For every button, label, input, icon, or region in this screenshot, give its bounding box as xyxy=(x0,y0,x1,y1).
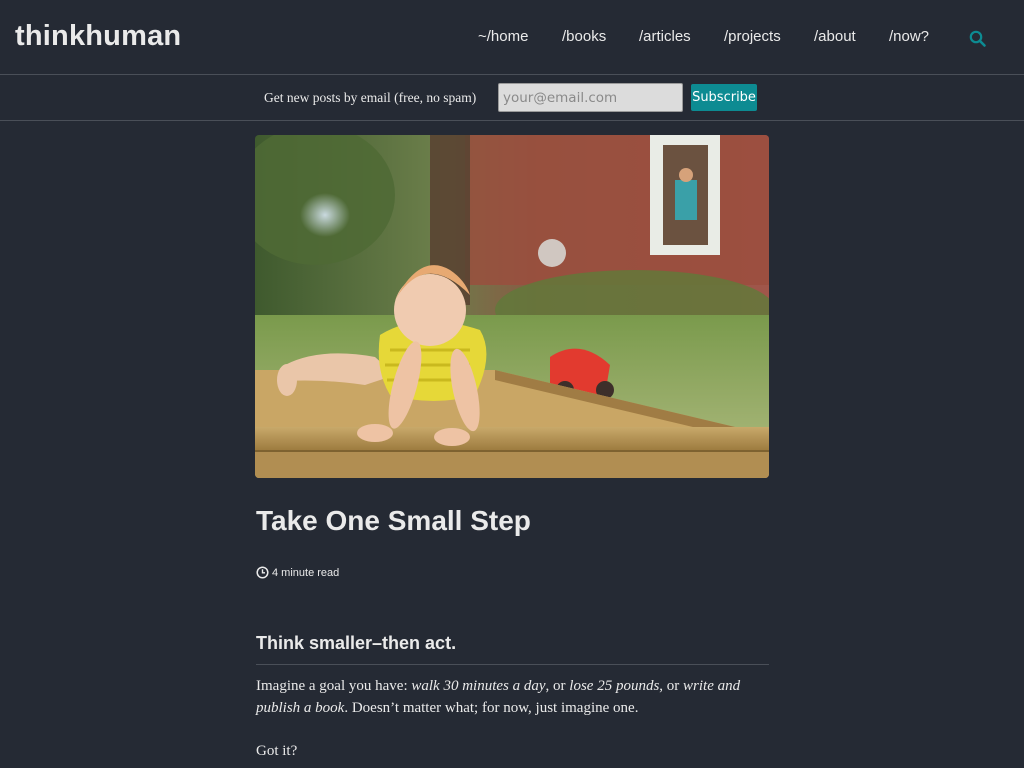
nav-about[interactable]: /about xyxy=(814,28,856,45)
emphasis-run: lose 25 pounds xyxy=(569,678,660,694)
read-time: 4 minute read xyxy=(272,567,340,579)
post-title: Take One Small Step xyxy=(256,505,531,536)
subscribe-button[interactable]: Subscribe xyxy=(691,84,757,111)
text-run: , or xyxy=(545,678,570,694)
nav-articles[interactable]: /articles xyxy=(639,28,691,45)
nav-projects[interactable]: /projects xyxy=(724,28,781,45)
divider xyxy=(256,664,769,665)
text-run: . Doesn’t matter what; for now, just ima… xyxy=(344,700,639,716)
baby-sandbox-photo xyxy=(255,135,769,478)
clock-icon xyxy=(256,566,269,579)
text-run: , or xyxy=(659,678,684,694)
masthead: thinkhuman ~/home /books /articles /proj… xyxy=(0,0,1024,75)
search-icon[interactable] xyxy=(968,29,988,49)
text-run: Imagine a goal you have: xyxy=(256,678,412,694)
paragraph-1: Imagine a goal you have: walk 30 minutes… xyxy=(256,675,771,719)
nav-now[interactable]: /now? xyxy=(889,28,929,45)
subscribe-bar: Get new posts by email (free, no spam) S… xyxy=(0,75,1024,121)
hero-image xyxy=(255,135,769,478)
emphasis-run: walk 30 minutes a day xyxy=(411,678,546,694)
paragraph-2: Got it? xyxy=(256,743,298,759)
subscribe-label: Get new posts by email (free, no spam) xyxy=(264,90,477,105)
nav-home[interactable]: ~/home xyxy=(478,28,528,45)
email-field[interactable] xyxy=(498,83,683,112)
main-nav: ~/home /books /articles /projects /about… xyxy=(0,28,1024,48)
nav-books[interactable]: /books xyxy=(562,28,606,45)
section-heading: Think smaller–then act. xyxy=(256,633,457,653)
